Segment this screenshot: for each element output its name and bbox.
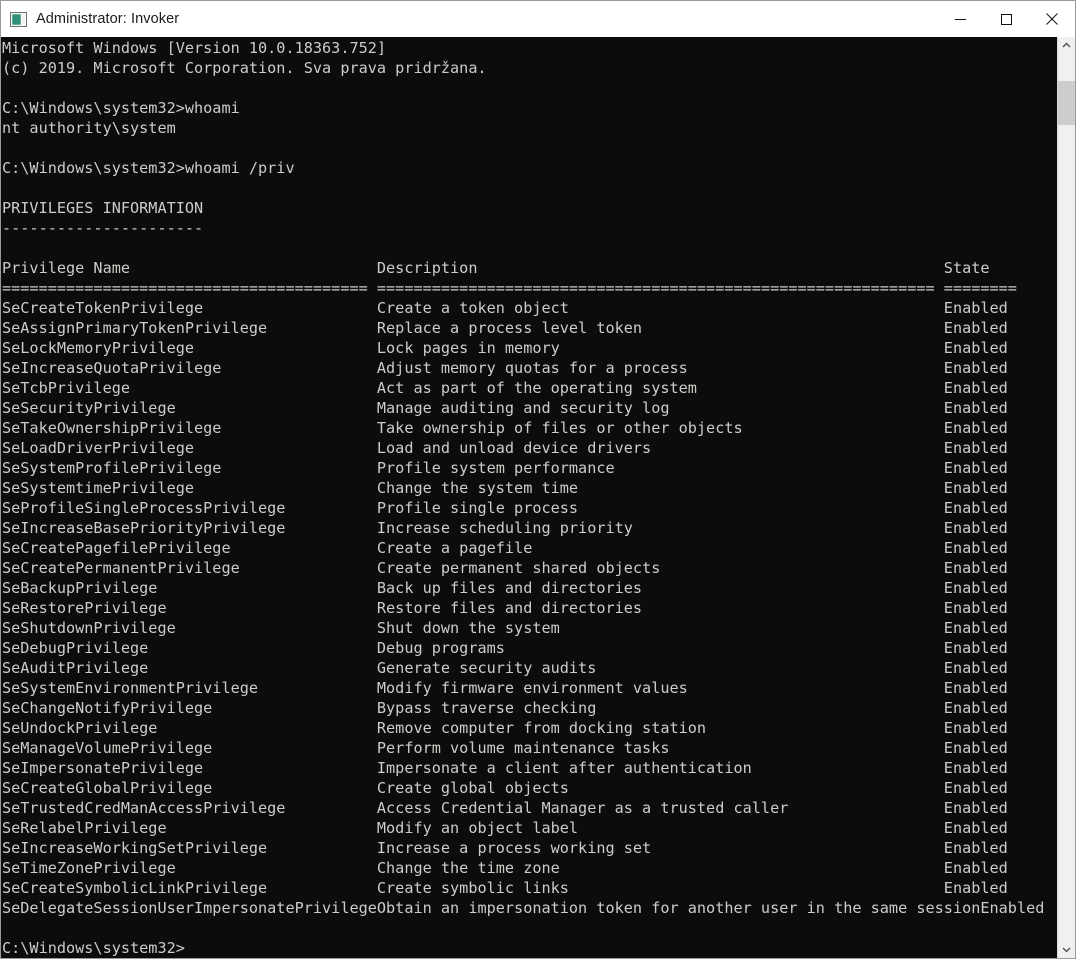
scroll-down-button[interactable] (1058, 941, 1075, 958)
console-window-icon (10, 11, 27, 27)
console-window: Administrator: Invoker Microsoft Windows… (0, 0, 1076, 959)
title-bar-left: Administrator: Invoker (1, 11, 937, 28)
close-icon (1046, 13, 1058, 25)
vertical-scrollbar[interactable] (1057, 37, 1075, 958)
scrollbar-thumb[interactable] (1058, 80, 1075, 125)
title-bar[interactable]: Administrator: Invoker (1, 1, 1075, 37)
maximize-icon (1000, 13, 1012, 25)
close-button[interactable] (1029, 1, 1075, 37)
scroll-up-button[interactable] (1058, 37, 1075, 54)
minimize-icon (954, 18, 966, 20)
maximize-button[interactable] (983, 1, 1029, 37)
scrollbar-track[interactable] (1058, 54, 1075, 941)
window-title: Administrator: Invoker (36, 11, 180, 27)
console-body: Microsoft Windows [Version 10.0.18363.75… (1, 37, 1075, 958)
minimize-button[interactable] (937, 1, 983, 37)
console-output-area[interactable]: Microsoft Windows [Version 10.0.18363.75… (1, 37, 1057, 958)
console-text: Microsoft Windows [Version 10.0.18363.75… (2, 39, 1045, 957)
window-controls (937, 1, 1075, 37)
chevron-up-icon (1062, 42, 1071, 48)
chevron-down-icon (1062, 947, 1071, 953)
